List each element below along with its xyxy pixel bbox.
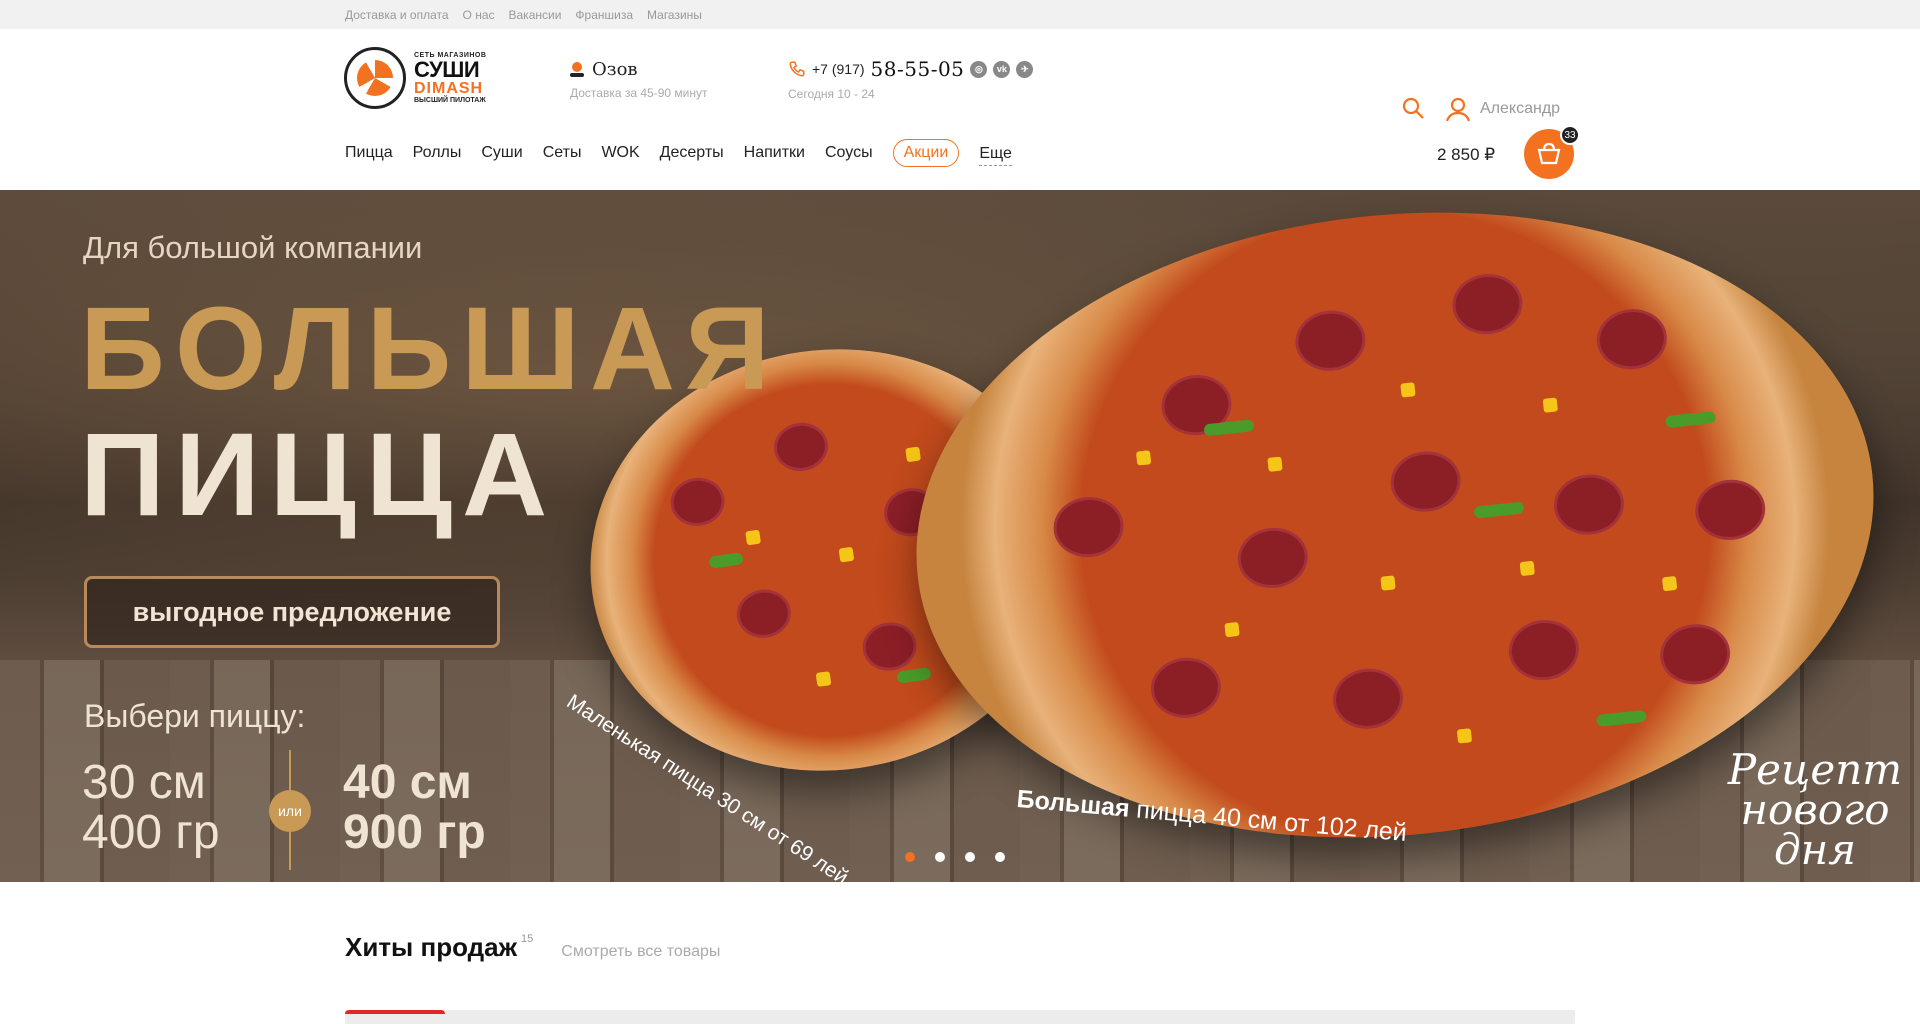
- topbar-link-vacancies[interactable]: Вакансии: [509, 8, 562, 22]
- nav-item-sets[interactable]: Сеты: [543, 140, 582, 166]
- hero-title-line1: БОЛЬШАЯ: [80, 283, 780, 415]
- nav-item-rolls[interactable]: Роллы: [413, 140, 462, 166]
- header: СЕТЬ МАГАЗИНОВ СУШИ DIMASH ВЫСШИЙ ПИЛОТА…: [0, 29, 1920, 122]
- logo-brand: DIMASH: [414, 80, 484, 97]
- user-name: Александр: [1480, 100, 1561, 117]
- topbar: Доставка и оплата О нас Вакансии Франшиз…: [0, 0, 1920, 29]
- phone-prefix: +7 (917): [812, 61, 865, 77]
- city-name: Озов: [592, 59, 638, 80]
- hero-banner[interactable]: Для большой компании БОЛЬШАЯ ПИЦЦА выгод…: [0, 190, 1920, 882]
- nav-item-sushi[interactable]: Суши: [481, 140, 522, 166]
- logo-emblem-icon: [344, 47, 406, 109]
- logo-sub: ВЫСШИЙ ПИЛОТАЖ: [414, 97, 486, 104]
- size-big-gr: 900 гр: [343, 806, 486, 860]
- location-pin-icon: [570, 61, 584, 78]
- cart-icon: [1537, 142, 1561, 165]
- slider-dot[interactable]: [995, 852, 1005, 862]
- vk-icon[interactable]: vk: [993, 60, 1011, 78]
- hero-tagline: Для большой компании: [83, 230, 423, 265]
- size-small-gr: 400 гр: [82, 806, 220, 860]
- nav-item-more[interactable]: Еще: [979, 141, 1012, 166]
- instagram-icon[interactable]: ◎: [970, 60, 988, 78]
- main-nav: Пицца Роллы Суши Сеты WOK Десерты Напитк…: [0, 119, 1920, 189]
- city-selector[interactable]: Озов Доставка за 45-90 минут: [570, 59, 707, 100]
- slider-dot[interactable]: [935, 852, 945, 862]
- hero-title-line2: ПИЦЦА: [80, 409, 558, 541]
- delivery-time: Доставка за 45-90 минут: [570, 86, 708, 100]
- cart-count-badge: 33: [1560, 125, 1580, 145]
- slider-dot[interactable]: [905, 852, 915, 862]
- hits-section-header: Хиты продаж 15 Смотреть все товары: [345, 932, 720, 963]
- search-icon[interactable]: [1401, 96, 1425, 120]
- topbar-link-stores[interactable]: Магазины: [647, 8, 702, 22]
- cart-total[interactable]: 2 850 ₽: [1437, 145, 1495, 165]
- nav-item-pizza[interactable]: Пицца: [345, 140, 393, 166]
- product-cards-row: [345, 1010, 1575, 1024]
- phone-block: +7 (917) 58-55-05 ◎ vk ✈ Сегодня 10 - 24: [788, 57, 1034, 101]
- nav-item-drinks[interactable]: Напитки: [744, 140, 805, 166]
- phone-number[interactable]: 58-55-05: [871, 57, 965, 81]
- nav-item-wok[interactable]: WOK: [601, 140, 639, 166]
- hits-count: 15: [521, 933, 534, 945]
- view-all-link[interactable]: Смотреть все товары: [561, 943, 720, 961]
- or-badge: или: [269, 790, 311, 832]
- cart-button[interactable]: 33: [1524, 125, 1580, 179]
- size-small-cm: 30 см: [82, 756, 206, 809]
- nav-item-desserts[interactable]: Десерты: [660, 140, 724, 166]
- topbar-link-franchise[interactable]: Франшиза: [575, 8, 633, 22]
- hero-size-small: 30 см 400 гр: [82, 756, 220, 860]
- hero-offer-badge: выгодное предложение: [84, 576, 500, 648]
- slider-dots: [905, 852, 1005, 862]
- slider-dot[interactable]: [965, 852, 975, 862]
- topbar-link-delivery[interactable]: Доставка и оплата: [345, 8, 449, 22]
- working-hours: Сегодня 10 - 24: [788, 87, 875, 101]
- logo[interactable]: СЕТЬ МАГАЗИНОВ СУШИ DIMASH ВЫСШИЙ ПИЛОТА…: [344, 47, 486, 109]
- hits-title: Хиты продаж: [345, 932, 518, 962]
- telegram-icon[interactable]: ✈: [1016, 60, 1034, 78]
- nav-item-sauces[interactable]: Соусы: [825, 140, 873, 166]
- logo-text: СЕТЬ МАГАЗИНОВ СУШИ DIMASH ВЫСШИЙ ПИЛОТА…: [414, 52, 486, 104]
- hero-choose-text: Выбери пиццу:: [84, 698, 306, 734]
- topbar-link-about[interactable]: О нас: [463, 8, 495, 22]
- hero-size-big: 40 см 900 гр: [343, 756, 486, 860]
- nav-item-promo[interactable]: Акции: [892, 139, 960, 167]
- phone-icon: [789, 61, 805, 77]
- logo-big: СУШИ: [414, 57, 480, 82]
- size-big-cm: 40 см: [343, 756, 472, 809]
- hero-script-text: Рецепт нового дня: [1727, 745, 1903, 874]
